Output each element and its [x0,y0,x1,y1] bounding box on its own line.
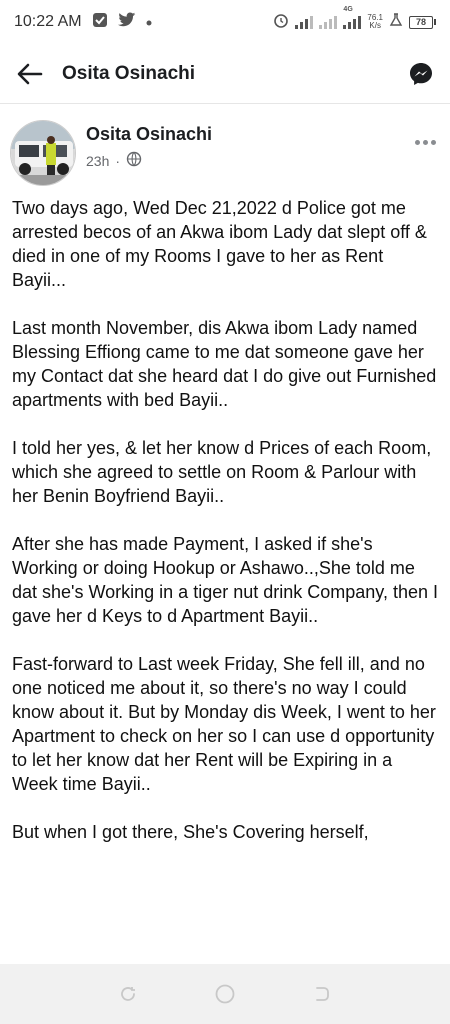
app-header: Osita Osinachi [0,44,450,104]
author-name[interactable]: Osita Osinachi [86,124,212,145]
post-header: Osita Osinachi 23h · [0,116,450,192]
post-paragraph: Two days ago, Wed Dec 21,2022 d Police g… [12,198,427,290]
post-paragraph: But when I got there, She's Covering her… [12,822,369,842]
avatar[interactable] [10,120,76,186]
messenger-button[interactable] [408,61,434,87]
signal-icon [295,15,314,29]
recent-apps-icon [121,987,136,1001]
page-title: Osita Osinachi [62,62,196,84]
arrow-left-icon [17,63,43,84]
recent-apps-button[interactable] [116,982,140,1006]
back-nav-button[interactable] [310,982,334,1006]
signal-icon [319,15,338,29]
flask-icon [389,12,403,32]
status-bar: 10:22 AM 4G 76.1 K/s 78 [0,0,450,44]
gallery-icon [92,12,108,33]
back-button[interactable] [16,60,44,88]
post-paragraph: After she has made Payment, I asked if s… [12,534,438,626]
post-body: Two days ago, Wed Dec 21,2022 d Police g… [12,196,440,964]
battery-icon: 78 [409,15,436,29]
post-time[interactable]: 23h [86,153,109,169]
more-icon [415,140,420,145]
post-paragraph: I told her yes, & let her know d Prices … [12,438,432,506]
messenger-icon [410,62,432,85]
meta-separator: · [115,152,121,169]
network-speed: 76.1 K/s [367,13,383,30]
globe-icon [126,151,142,170]
dot-icon [146,13,152,31]
home-icon [215,984,235,1004]
back-nav-icon [315,987,329,1001]
home-button[interactable] [213,982,237,1006]
status-time: 10:22 AM [14,13,82,30]
post-paragraph: Last month November, dis Akwa ibom Lady … [12,318,437,410]
alarm-icon [273,12,289,33]
signal-4g-icon: 4G [343,6,362,29]
navigation-bar [0,964,450,1024]
post-meta: 23h · [86,151,212,170]
more-options-button[interactable] [415,140,436,145]
twitter-icon [117,12,136,33]
post-paragraph: Fast-forward to Last week Friday, She fe… [12,654,436,794]
